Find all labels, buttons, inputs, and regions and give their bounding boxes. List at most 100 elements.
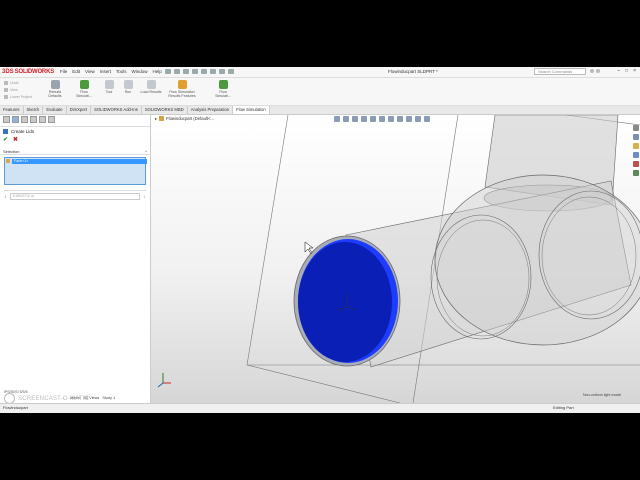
flow-simulation-wizard-button[interactable]: Flow Simulati...: [75, 80, 93, 98]
print-icon[interactable]: [192, 69, 198, 74]
dimxpert-icon[interactable]: [30, 116, 37, 123]
appearances-icon[interactable]: [633, 161, 639, 167]
display-style-icon[interactable]: [388, 116, 394, 122]
watermark-text: SCREENCAST-O-MATIC: [18, 395, 90, 402]
tab-sketch[interactable]: Sketch: [24, 106, 44, 114]
expand-icon[interactable]: ▸: [155, 116, 157, 121]
menu-file[interactable]: File: [60, 69, 67, 74]
title-bar: 3DS SOLIDWORKS File Edit View Insert Too…: [0, 67, 640, 78]
tab-mbd[interactable]: SOLIDWORKS MBD: [142, 106, 188, 114]
tab-study[interactable]: Study 1: [102, 396, 115, 400]
menu-window[interactable]: Window: [132, 69, 148, 74]
design-library-icon[interactable]: [633, 134, 639, 140]
menu-view[interactable]: View: [85, 69, 95, 74]
rebuild-icon: [50, 80, 60, 89]
view-orientation-icon[interactable]: [379, 116, 385, 122]
results-features-icon: [177, 80, 187, 89]
custom-properties-icon[interactable]: [633, 170, 639, 176]
selection-list[interactable]: Face<1>: [4, 157, 147, 185]
lower-project-command[interactable]: Lower Project: [4, 95, 32, 99]
spinner-icon[interactable]: ⇳: [143, 195, 146, 199]
window-controls: – □ ×: [617, 68, 636, 74]
configuration-icon[interactable]: [21, 116, 28, 123]
view-command[interactable]: View: [4, 88, 32, 92]
collapse-icon[interactable]: ^: [145, 149, 147, 154]
menu-help[interactable]: Help: [153, 69, 162, 74]
menu-insert[interactable]: Insert: [100, 69, 111, 74]
pm-title: Create Lids: [11, 129, 35, 134]
help-icons: [590, 69, 600, 73]
view-palette-icon[interactable]: [633, 152, 639, 158]
box-edge: [246, 364, 401, 403]
open-icon[interactable]: [174, 69, 180, 74]
tab-dimxpert[interactable]: DimXpert: [67, 106, 92, 114]
tab-addins[interactable]: SOLIDWORKS Add-Ins: [91, 106, 142, 114]
select-icon[interactable]: [210, 69, 216, 74]
zoom-fit-icon[interactable]: [334, 116, 340, 122]
minimize-button[interactable]: –: [617, 68, 620, 74]
triad-z-axis: [157, 382, 164, 388]
new-icon[interactable]: [165, 69, 171, 74]
selected-face[interactable]: [298, 242, 392, 362]
view-settings-icon[interactable]: [424, 116, 430, 122]
selection-section-header[interactable]: Selection ^: [0, 149, 150, 155]
resources-icon[interactable]: [633, 125, 639, 131]
zoom-area-icon[interactable]: [343, 116, 349, 122]
thickness-field[interactable]: 0.0012712 m: [10, 193, 140, 200]
heads-up-view-toolbar: [334, 116, 430, 122]
logo-text: SOLIDWORKS: [14, 69, 55, 75]
undo-icon[interactable]: [201, 69, 207, 74]
user-icon[interactable]: [596, 69, 600, 73]
status-editing: Editing Part: [553, 405, 574, 410]
help-icon[interactable]: [590, 69, 594, 73]
solidworks-logo[interactable]: 3DS SOLIDWORKS: [2, 68, 54, 76]
tab-features[interactable]: Features: [0, 106, 24, 114]
tab-analysis-preparation[interactable]: Analysis Preparation: [188, 106, 234, 114]
dynamic-annotation-icon[interactable]: [370, 116, 376, 122]
menu-edit[interactable]: Edit: [72, 69, 80, 74]
section-view-icon[interactable]: [361, 116, 367, 122]
previous-view-icon[interactable]: [352, 116, 358, 122]
maximize-button[interactable]: □: [625, 68, 628, 74]
flow-analysis-tree-icon[interactable]: [48, 116, 55, 123]
flow-wizard-icon: [79, 80, 89, 89]
thickness-icon: ⇕: [4, 194, 8, 199]
options-icon[interactable]: [228, 69, 234, 74]
feature-tree-icon[interactable]: [3, 116, 10, 123]
apply-scene-icon[interactable]: [415, 116, 421, 122]
display-manager-icon[interactable]: [39, 116, 46, 123]
flow-results-features-button[interactable]: Flow Simulation Results Features: [165, 80, 199, 98]
close-button[interactable]: ×: [633, 68, 636, 74]
rebuild-defaults-button[interactable]: Rebuild Defaults: [46, 80, 64, 98]
status-left: Flowinducpart: [3, 405, 28, 410]
flyout-feature-tree[interactable]: ▸ Flowinducpart (Default<...: [155, 116, 214, 121]
commandmanager-tabs: Features Sketch Evaluate DimXpert SOLIDW…: [0, 106, 640, 115]
save-icon[interactable]: [183, 69, 189, 74]
graphics-area[interactable]: ▸ Flowinducpart (Default<...: [151, 115, 640, 403]
property-manager-icon[interactable]: [12, 116, 19, 123]
tab-flow-simulation[interactable]: Flow Simulation: [233, 106, 270, 114]
run-button[interactable]: Run: [119, 80, 137, 94]
pm-actions: ✔ ✖: [0, 136, 150, 143]
quick-access-toolbar: [165, 69, 234, 74]
load-results-button[interactable]: Load Results: [140, 80, 162, 94]
tab-evaluate[interactable]: Evaluate: [43, 106, 67, 114]
edit-appearance-icon[interactable]: [406, 116, 412, 122]
tree-label: Flowinducpart (Default<...: [166, 116, 214, 121]
selected-face[interactable]: Face<1>: [12, 159, 147, 164]
selection-label: Selection: [3, 149, 20, 154]
file-explorer-icon[interactable]: [633, 143, 639, 149]
hide-show-icon[interactable]: [397, 116, 403, 122]
model-view[interactable]: [151, 115, 640, 403]
cancel-button[interactable]: ✖: [13, 136, 18, 143]
ok-button[interactable]: ✔: [3, 136, 8, 143]
undo-command[interactable]: Undo: [4, 81, 32, 85]
tool-button[interactable]: Tool: [100, 80, 118, 94]
manager-tabs: [0, 115, 150, 127]
rebuild-icon[interactable]: [219, 69, 225, 74]
search-commands-input[interactable]: Search Commands: [534, 68, 586, 75]
menu-bar: File Edit View Insert Tools Window Help: [60, 69, 162, 74]
flow-simulation-button[interactable]: Flow Simulati...: [214, 80, 232, 98]
thickness-option: ⇕ 0.0012712 m ⇳: [4, 193, 146, 200]
menu-tools[interactable]: Tools: [116, 69, 127, 74]
